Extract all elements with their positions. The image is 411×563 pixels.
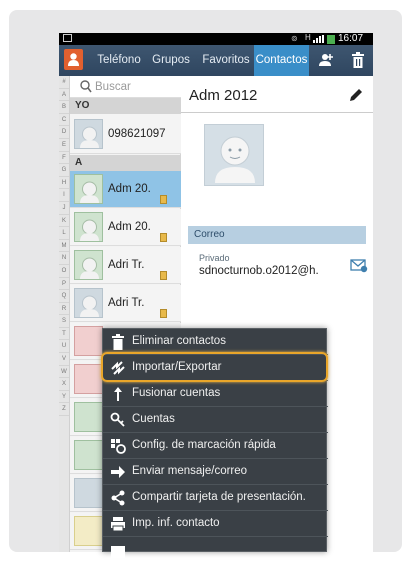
avatar — [74, 119, 103, 149]
trash-icon[interactable] — [351, 52, 365, 73]
contact-photo[interactable] — [204, 124, 264, 186]
menu-item-marcacion-rapida[interactable]: Config. de marcación rápida — [103, 433, 328, 459]
alphabet-letter[interactable]: O — [59, 265, 69, 278]
alphabet-letter[interactable]: L — [59, 227, 69, 240]
tab-contactos[interactable]: Contactos — [254, 45, 309, 76]
alphabet-letter[interactable]: G — [59, 164, 69, 177]
alphabet-letter[interactable]: M — [59, 240, 69, 253]
menu-item-imprimir[interactable]: Imp. inf. contacto — [103, 511, 328, 537]
sim-badge-icon — [160, 271, 167, 280]
avatar — [74, 288, 103, 318]
email-value[interactable]: sdnocturnob.o2012@h. — [199, 265, 319, 277]
screenshot-notification-icon — [63, 34, 72, 42]
section-header-correo: Correo — [188, 226, 366, 244]
battery-icon — [327, 35, 335, 44]
alphabet-letter[interactable]: X — [59, 378, 69, 391]
alphabet-letter[interactable]: J — [59, 202, 69, 215]
print-icon — [111, 517, 125, 532]
menu-item-partial[interactable] — [103, 537, 328, 563]
contacts-app-icon — [64, 49, 83, 70]
search-icon — [80, 80, 92, 93]
contact-name: Adri Tr. — [108, 297, 145, 309]
list-item[interactable]: Adm 20. — [70, 209, 181, 246]
contact-title: Adm 2012 — [189, 87, 258, 104]
list-item[interactable]: Adri Tr. — [70, 285, 181, 322]
alphabet-letter[interactable]: K — [59, 215, 69, 228]
alphabet-letter[interactable]: E — [59, 139, 69, 152]
alphabet-letter[interactable]: Z — [59, 403, 69, 417]
alphabet-letter[interactable]: I — [59, 189, 69, 202]
status-bar: ⊚ H 16:07 — [59, 33, 373, 45]
avatar — [74, 212, 103, 242]
menu-item-compartir[interactable]: Compartir tarjeta de presentación. — [103, 485, 328, 511]
add-contact-icon[interactable] — [318, 52, 334, 73]
share-icon — [111, 490, 125, 506]
section-header-yo: YO — [70, 98, 181, 114]
sim-badge-icon — [160, 195, 167, 204]
contact-name: Adm 20. — [108, 221, 151, 233]
trash-icon — [112, 334, 124, 350]
search-placeholder: Buscar — [95, 81, 131, 93]
avatar — [74, 440, 103, 470]
alphabet-index[interactable]: # A B C D E F G H I J K L M N O P Q R S T U V W X Y Z — [59, 76, 70, 552]
highlight-outline — [101, 352, 328, 382]
home-add-icon — [111, 546, 125, 558]
sync-icon: ⊚ — [291, 34, 298, 43]
alphabet-letter[interactable]: Y — [59, 391, 69, 404]
list-item[interactable]: Adri Tr. — [70, 247, 181, 284]
alphabet-letter[interactable]: # — [59, 76, 69, 89]
menu-item-cuentas[interactable]: Cuentas — [103, 407, 328, 433]
alphabet-letter[interactable]: S — [59, 315, 69, 328]
avatar — [74, 364, 103, 394]
avatar — [74, 516, 103, 546]
alphabet-letter[interactable]: F — [59, 152, 69, 165]
alphabet-letter[interactable]: B — [59, 101, 69, 114]
alphabet-letter[interactable]: A — [59, 89, 69, 102]
alphabet-letter[interactable]: H — [59, 177, 69, 190]
avatar — [74, 326, 103, 356]
list-item[interactable]: 098621097 — [70, 114, 181, 154]
menu-item-fusionar[interactable]: Fusionar cuentas — [103, 381, 328, 407]
alphabet-letter[interactable]: R — [59, 303, 69, 316]
alphabet-letter[interactable]: D — [59, 126, 69, 139]
edit-icon[interactable] — [348, 87, 364, 108]
arrow-right-icon — [111, 466, 125, 478]
status-time: 16:07 — [338, 33, 364, 44]
signal-icon — [313, 35, 325, 43]
list-item[interactable]: Adm 20. — [70, 171, 188, 208]
avatar — [74, 402, 103, 432]
tab-bar: Teléfono Grupos Favoritos Contactos — [59, 45, 373, 76]
alphabet-letter[interactable]: V — [59, 353, 69, 366]
email-type-label: Privado — [199, 253, 230, 263]
tab-grupos[interactable]: Grupos — [147, 45, 195, 76]
tab-favoritos[interactable]: Favoritos — [198, 45, 254, 76]
alphabet-letter[interactable]: C — [59, 114, 69, 127]
search-input[interactable]: Buscar — [70, 76, 181, 98]
speed-dial-icon — [111, 439, 126, 454]
avatar — [74, 250, 103, 280]
contact-name: 098621097 — [108, 128, 166, 140]
key-icon — [110, 412, 125, 427]
avatar — [74, 478, 103, 508]
avatar — [74, 174, 103, 204]
divider — [181, 112, 373, 113]
sim-badge-icon — [160, 309, 167, 318]
alphabet-letter[interactable]: U — [59, 340, 69, 354]
network-h-icon: H — [305, 33, 311, 42]
alphabet-letter[interactable]: T — [59, 328, 69, 341]
alphabet-letter[interactable]: Q — [59, 290, 69, 303]
contact-name: Adm 20. — [108, 183, 151, 195]
alphabet-letter[interactable]: N — [59, 252, 69, 265]
menu-item-enviar[interactable]: Enviar mensaje/correo — [103, 459, 328, 485]
merge-icon — [114, 387, 122, 401]
contact-name: Adri Tr. — [108, 259, 145, 271]
section-header-a: A — [70, 155, 181, 171]
alphabet-letter[interactable]: W — [59, 366, 69, 379]
tab-telefono[interactable]: Teléfono — [93, 45, 145, 76]
alphabet-letter[interactable]: P — [59, 278, 69, 291]
sim-badge-icon — [160, 233, 167, 242]
email-icon[interactable] — [350, 259, 368, 278]
